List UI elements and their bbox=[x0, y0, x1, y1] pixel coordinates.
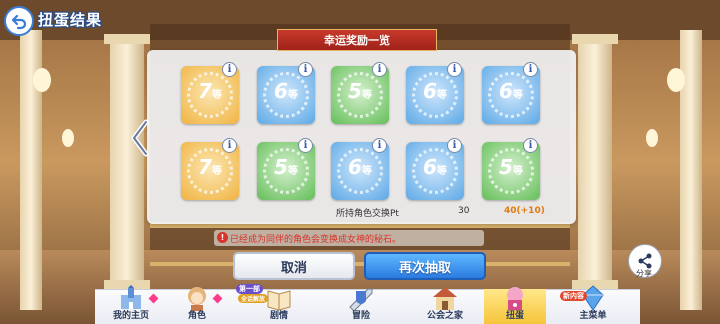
info-icon[interactable]: i bbox=[523, 62, 538, 77]
info-icon[interactable]: i bbox=[447, 62, 462, 77]
reward-grade: 5等 bbox=[257, 155, 315, 179]
info-icon[interactable]: i bbox=[298, 62, 313, 77]
info-icon[interactable]: i bbox=[222, 138, 237, 153]
grade-unit: 等 bbox=[287, 90, 298, 101]
cancel-button[interactable]: 取消 bbox=[233, 252, 355, 280]
reward-grade: 6等 bbox=[406, 155, 464, 179]
grade-number: 6 bbox=[499, 79, 513, 103]
nav-label-story: 剧情 bbox=[269, 311, 288, 321]
nav-item-adventure[interactable]: 冒险 bbox=[330, 288, 392, 324]
grade-number: 6 bbox=[274, 79, 288, 103]
pt-current-value: 30 bbox=[458, 206, 470, 216]
grade-number: 5 bbox=[348, 79, 362, 103]
info-icon[interactable]: i bbox=[523, 138, 538, 153]
reward-grade: 7等 bbox=[181, 155, 239, 179]
grade-number: 5 bbox=[274, 155, 288, 179]
new-content-badge: 新内容 bbox=[560, 291, 587, 301]
reward-grade: 6等 bbox=[331, 155, 389, 179]
grade-number: 6 bbox=[348, 155, 362, 179]
nav-label-gacha: 扭蛋 bbox=[505, 311, 524, 321]
pt-label: 所持角色交换Pt bbox=[336, 209, 399, 219]
grade-unit: 等 bbox=[361, 166, 372, 177]
nav-label-guild-house: 公会之家 bbox=[426, 311, 463, 321]
grade-number: 7 bbox=[198, 79, 212, 103]
info-icon[interactable]: i bbox=[447, 138, 462, 153]
story-unlock-badge: 全话解放 bbox=[238, 294, 269, 303]
grade-unit: 等 bbox=[211, 166, 222, 177]
reward-grade: 7等 bbox=[181, 79, 239, 103]
chevron-left-icon[interactable] bbox=[128, 118, 152, 158]
grade-unit: 等 bbox=[211, 90, 222, 101]
notice-text: 已经成为同伴的角色会变换成女神的秘石。 bbox=[230, 234, 402, 245]
grade-number: 6 bbox=[423, 155, 437, 179]
grade-number: 5 bbox=[499, 155, 513, 179]
reward-grade: 6等 bbox=[257, 79, 315, 103]
nav-item-gacha[interactable]: 扭蛋 bbox=[484, 287, 546, 324]
nav-label-character: 角色 bbox=[187, 311, 206, 321]
grade-unit: 等 bbox=[512, 166, 523, 177]
reward-grade: 5等 bbox=[331, 79, 389, 103]
reward-grade: 5等 bbox=[482, 155, 540, 179]
info-icon[interactable]: i bbox=[372, 138, 387, 153]
info-icon[interactable]: i bbox=[222, 62, 237, 77]
grade-number: 7 bbox=[198, 155, 212, 179]
back-button[interactable] bbox=[4, 6, 34, 36]
grade-unit: 等 bbox=[287, 166, 298, 177]
nav-label-adventure: 冒险 bbox=[351, 311, 370, 321]
nav-label-home: 我的主页 bbox=[112, 311, 149, 321]
story-part-badge: 第一部 bbox=[236, 284, 263, 294]
reward-grade: 6等 bbox=[482, 79, 540, 103]
pt-new-value: 40(+10) bbox=[504, 206, 545, 216]
grade-unit: 等 bbox=[361, 90, 372, 101]
lucky-reward-banner: 幸运奖励一览 bbox=[277, 29, 437, 51]
warning-icon: ! bbox=[217, 232, 228, 243]
info-icon[interactable]: i bbox=[298, 138, 313, 153]
reward-grade: 6等 bbox=[406, 79, 464, 103]
share-icon bbox=[638, 253, 652, 269]
grade-unit: 等 bbox=[436, 166, 447, 177]
nav-label-main-menu: 主菜单 bbox=[579, 311, 607, 321]
grade-number: 6 bbox=[423, 79, 437, 103]
share-label: 分享 bbox=[636, 269, 652, 278]
grade-unit: 等 bbox=[436, 90, 447, 101]
nav-item-guild-house[interactable]: 公会之家 bbox=[414, 287, 476, 324]
back-arrow-icon bbox=[11, 14, 27, 30]
info-icon[interactable]: i bbox=[372, 62, 387, 77]
page-title: 扭蛋结果 bbox=[38, 11, 103, 29]
grade-unit: 等 bbox=[512, 90, 523, 101]
duplicate-notice: ! 已经成为同伴的角色会变换成女神的秘石。 bbox=[214, 230, 484, 246]
draw-again-button[interactable]: 再次抽取 bbox=[364, 252, 486, 280]
